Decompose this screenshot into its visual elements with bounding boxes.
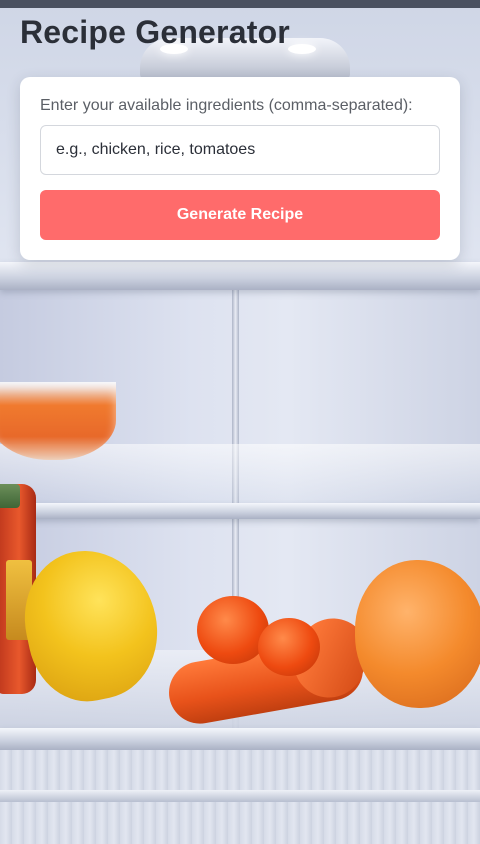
fridge-shelf — [0, 503, 480, 519]
page-title: Recipe Generator — [20, 14, 290, 50]
fridge-top-edge — [0, 0, 480, 8]
jar-cap — [0, 484, 20, 508]
fridge-shelf — [0, 262, 480, 290]
ingredients-card: Enter your available ingredients (comma-… — [20, 77, 460, 260]
fridge-shelf — [0, 728, 480, 750]
generate-recipe-button[interactable]: Generate Recipe — [40, 190, 440, 240]
drawer-lip — [0, 790, 480, 802]
tomato — [258, 618, 320, 676]
app-screen: Recipe Generator Enter your available in… — [0, 0, 480, 844]
ingredients-input[interactable] — [40, 125, 440, 175]
ingredients-label: Enter your available ingredients (comma-… — [40, 97, 413, 114]
lamp-light — [288, 44, 316, 54]
orange — [355, 560, 480, 708]
